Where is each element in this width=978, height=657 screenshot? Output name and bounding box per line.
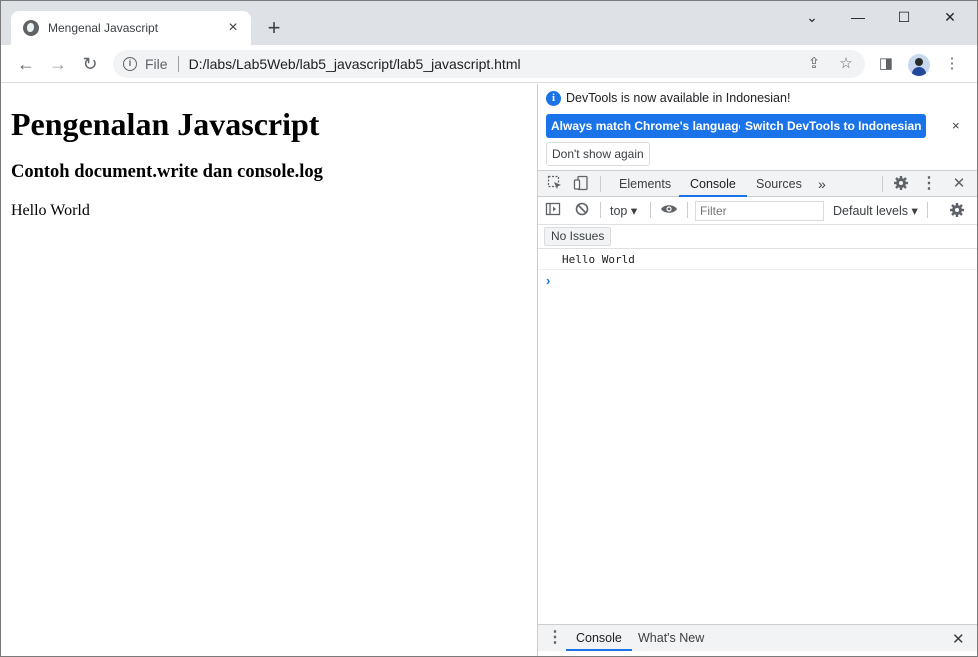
side-panel-icon[interactable]: ◨ [877,55,895,73]
console-log-message: Hello World [538,250,977,270]
live-expression-eye-icon[interactable] [660,201,678,219]
close-devtools-icon[interactable]: ✕ [950,175,968,193]
tab-divider [882,176,883,192]
devtools-tab-bar: Elements Console Sources » ⋮ ✕ [538,170,977,197]
tab-elements[interactable]: Elements [619,171,671,197]
switch-language-button[interactable]: Switch DevTools to Indonesian [740,114,927,138]
address-separator [177,56,179,72]
tab-strip: Mengenal Javascript × + ⌄ — ☐ ✕ [1,1,977,45]
log-levels-dropdown[interactable]: Default levels ▾ [833,203,918,218]
browser-tab[interactable]: Mengenal Javascript × [11,11,251,45]
toolbar-divider [687,202,688,218]
always-match-language-button[interactable]: Always match Chrome's language [546,114,751,138]
url-text[interactable]: D:/labs/Lab5Web/lab5_javascript/lab5_jav… [189,56,521,72]
console-prompt-chevron-icon[interactable]: › [546,273,550,288]
profile-avatar[interactable] [908,54,930,76]
tab-search-icon[interactable]: ⌄ [789,1,835,33]
browser-toolbar: ← → ↻ i File D:/labs/Lab5Web/lab5_javasc… [1,45,977,83]
dont-show-again-button[interactable]: Don't show again [546,142,650,166]
device-toolbar-icon[interactable] [572,175,590,193]
reload-button[interactable]: ↻ [77,51,103,77]
drawer-tab-whats-new[interactable]: What's New [638,625,704,651]
tab-close-icon[interactable]: × [225,20,241,36]
console-toolbar: top ▾ Default levels ▾ [538,197,977,225]
context-selector[interactable]: top ▾ [610,203,637,218]
page-subheading: Contoh document.write dan console.log [11,162,323,182]
scheme-label: File [145,56,168,72]
web-page: Pengenalan Javascript Contoh document.wr… [1,84,537,656]
forward-button[interactable]: → [45,51,71,77]
no-issues-button[interactable]: No Issues [544,227,612,246]
new-tab-button[interactable]: + [263,17,285,39]
settings-gear-icon[interactable] [892,175,910,193]
maximize-button[interactable]: ☐ [881,1,927,33]
inspect-element-icon[interactable] [546,175,564,193]
toolbar-divider [650,202,651,218]
drawer-tab-console[interactable]: Console [566,625,632,651]
address-bar[interactable]: i File D:/labs/Lab5Web/lab5_javascript/l… [113,50,865,78]
tab-title: Mengenal Javascript [48,21,159,35]
drawer-menu-icon[interactable]: ⋮ [546,629,564,647]
page-heading: Pengenalan Javascript [11,106,320,142]
page-output-text: Hello World [11,202,90,219]
tab-sources[interactable]: Sources [756,171,802,197]
devtools-drawer-bar: ⋮ Console What's New ✕ [538,624,977,651]
clear-console-icon[interactable] [573,201,591,219]
tab-divider [600,176,601,192]
toolbar-divider [600,202,601,218]
devtools-menu-icon[interactable]: ⋮ [920,175,938,193]
back-button[interactable]: ← [13,51,39,77]
show-sidebar-icon[interactable] [544,201,562,219]
devtools-panel: i DevTools is now available in Indonesia… [537,84,977,656]
globe-icon [23,20,39,36]
close-window-button[interactable]: ✕ [927,1,973,33]
infobar-message: DevTools is now available in Indonesian! [566,91,791,105]
toolbar-divider [927,202,928,218]
issues-bar: No Issues [538,225,977,249]
drawer-close-icon[interactable]: ✕ [952,630,965,648]
console-settings-gear-icon[interactable] [948,202,966,220]
browser-menu-icon[interactable]: ⋮ [943,55,961,73]
share-icon[interactable]: ⇪ [805,55,823,73]
bookmark-star-icon[interactable]: ☆ [837,55,855,73]
language-infobar: i DevTools is now available in Indonesia… [538,84,977,170]
console-filter-input[interactable] [695,201,824,221]
infobar-close-icon[interactable]: × [952,118,960,133]
site-info-icon[interactable]: i [123,57,137,71]
browser-window: Mengenal Javascript × + ⌄ — ☐ ✕ ← → ↻ i … [0,0,978,657]
info-icon: i [546,91,561,106]
minimize-button[interactable]: — [835,1,881,33]
more-tabs-icon[interactable]: » [818,171,826,197]
tab-console[interactable]: Console [679,171,747,197]
